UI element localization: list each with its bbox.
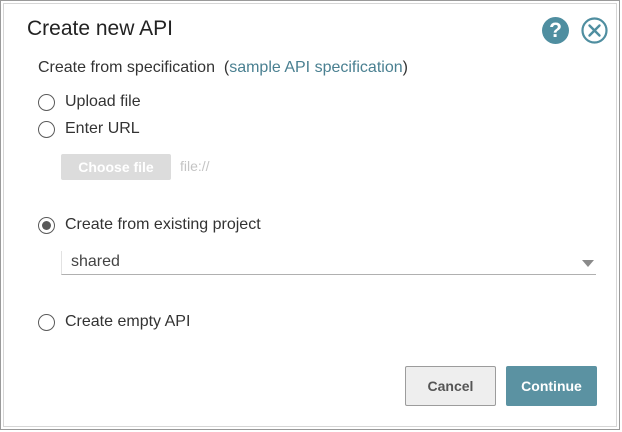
- radio-empty-api[interactable]: Create empty API: [38, 312, 190, 332]
- spec-link-close: ): [402, 59, 408, 76]
- radio-enter-url-button[interactable]: [38, 120, 55, 138]
- radio-empty-api-label: Create empty API: [65, 313, 191, 330]
- sample-spec-link[interactable]: sample API specification: [229, 59, 402, 76]
- radio-upload-file-button[interactable]: [38, 93, 55, 111]
- radio-enter-url-label: Enter URL: [65, 120, 140, 137]
- project-select-value: shared: [71, 253, 120, 270]
- radio-empty-api-button[interactable]: [38, 313, 55, 331]
- help-icon[interactable]: ?: [542, 17, 569, 44]
- file-path-input[interactable]: file://: [180, 158, 210, 174]
- create-api-dialog: Create new API ? Create from specificati…: [0, 0, 620, 430]
- close-icon[interactable]: [581, 17, 608, 44]
- radio-existing-project-label: Create from existing project: [65, 216, 261, 233]
- continue-button[interactable]: Continue: [506, 366, 597, 406]
- radio-enter-url[interactable]: Enter URL: [38, 119, 140, 139]
- cancel-button[interactable]: Cancel: [405, 366, 496, 406]
- radio-existing-project[interactable]: Create from existing project: [38, 215, 261, 235]
- spec-section-label: Create from specification (sample API sp…: [38, 59, 408, 77]
- radio-upload-file[interactable]: Upload file: [38, 92, 141, 112]
- spec-label-text: Create from specification: [38, 59, 215, 76]
- radio-upload-file-label: Upload file: [65, 93, 141, 110]
- dialog-title: Create new API: [27, 17, 173, 40]
- caret-down-icon: [582, 260, 594, 267]
- choose-file-button[interactable]: Choose file: [61, 154, 171, 180]
- radio-existing-project-button[interactable]: [38, 216, 55, 234]
- project-select[interactable]: shared: [61, 251, 596, 275]
